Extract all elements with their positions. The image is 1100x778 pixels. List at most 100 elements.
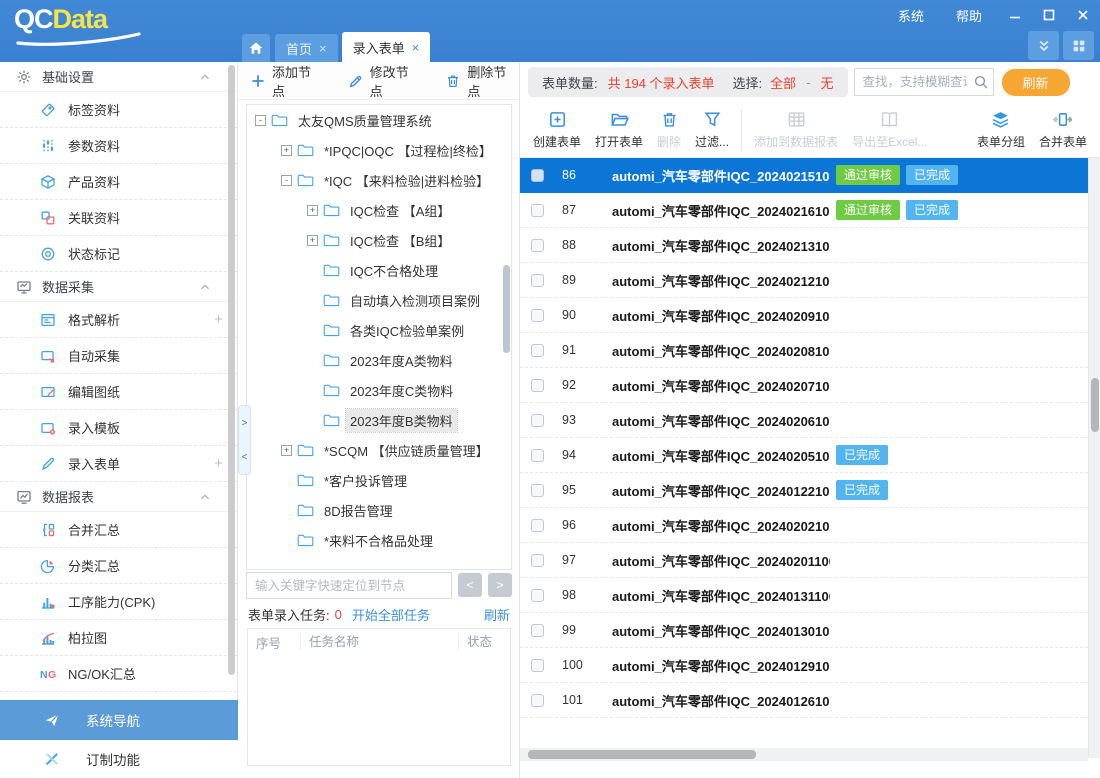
tasks-refresh-link[interactable]: 刷新 <box>484 605 510 624</box>
expander-icon[interactable]: + <box>307 205 318 216</box>
tree-node[interactable]: *客户投诉管理 <box>247 465 511 495</box>
tree-node[interactable]: 2023年度C类物料 <box>247 375 511 405</box>
add-node-button[interactable]: 添加节点 <box>250 62 324 100</box>
expander-icon[interactable]: - <box>255 115 266 126</box>
row-checkbox[interactable] <box>531 449 544 462</box>
collapse-all-button[interactable] <box>1028 31 1059 60</box>
sidebar-item-关联资料[interactable]: 关联资料 <box>0 200 237 236</box>
tree-node[interactable]: 2023年度B类物料 <box>247 405 511 435</box>
add-to-report-button[interactable]: 添加到数据报表 <box>747 110 845 150</box>
find-prev-button[interactable]: < <box>458 573 482 597</box>
tree-node[interactable]: IQC不合格处理 <box>247 255 511 285</box>
sidebar-item-合并汇总[interactable]: 合并汇总 <box>0 512 237 548</box>
table-row[interactable]: 91automi_汽车零部件IQC_20240208100104 <box>520 333 1088 368</box>
tree-node[interactable]: +*SCQM 【供应链质量管理】 <box>247 435 511 465</box>
add-icon[interactable]: + <box>214 455 223 472</box>
sidebar-item-自动采集[interactable]: 自动采集 <box>0 338 237 374</box>
sidebar-item-参数资料[interactable]: 参数资料 <box>0 128 237 164</box>
table-row[interactable]: 101automi_汽车零部件IQC_20240126100238 <box>520 683 1088 718</box>
sidebar-item-录入表单[interactable]: 录入表单+ <box>0 446 237 482</box>
table-row[interactable]: 89automi_汽车零部件IQC_20240212100108 <box>520 263 1088 298</box>
tree-scrollbar[interactable] <box>503 265 510 353</box>
row-checkbox[interactable] <box>531 344 544 357</box>
maximize-button[interactable] <box>1032 5 1066 25</box>
table-row[interactable]: 99automi_汽车零部件IQC_20240130100101 <box>520 613 1088 648</box>
table-row[interactable]: 95automi_汽车零部件IQC_20240122100234已完成 <box>520 473 1088 508</box>
expander-icon[interactable]: - <box>281 175 292 186</box>
apps-grid-button[interactable] <box>1063 31 1094 60</box>
select-all-link[interactable]: 全部 <box>770 73 796 92</box>
sidebar-item-system-navigation[interactable]: 系统导航 <box>0 700 238 740</box>
sidebar-item-编辑图纸[interactable]: 编辑图纸 <box>0 374 237 410</box>
delete-node-button[interactable]: 删除节点 <box>445 62 519 100</box>
tab-home-close-icon[interactable]: × <box>319 41 327 56</box>
tree-node[interactable]: 自动填入检测项目案例 <box>247 285 511 315</box>
table-row[interactable]: 100automi_汽车零部件IQC_20240129100101 <box>520 648 1088 683</box>
table-row[interactable]: 88automi_汽车零部件IQC_20240213100108 <box>520 228 1088 263</box>
sidebar-item-格式解析[interactable]: 格式解析+ <box>0 302 237 338</box>
merge-forms-button[interactable]: 合并表单 <box>1032 110 1094 150</box>
tree-node[interactable]: 2023年度A类物料 <box>247 345 511 375</box>
find-next-button[interactable]: > <box>488 573 512 597</box>
start-all-tasks-link[interactable]: 开始全部任务 <box>352 605 430 624</box>
panel-splitter[interactable]: >< <box>238 405 251 475</box>
row-checkbox[interactable] <box>531 589 544 602</box>
tab-entry-forms-close-icon[interactable]: × <box>412 40 420 55</box>
sidebar-item-状态标记[interactable]: 状态标记 <box>0 236 237 272</box>
row-checkbox[interactable] <box>531 659 544 672</box>
tree-node[interactable]: 各类IQC检验单案例 <box>247 315 511 345</box>
table-row[interactable]: 94automi_汽车零部件IQC_20240205100104已完成 <box>520 438 1088 473</box>
table-row[interactable]: 96automi_汽车零部件IQC_20240202100104 <box>520 508 1088 543</box>
sidebar-scrollbar[interactable] <box>228 65 235 675</box>
tab-home[interactable]: 首页 × <box>275 34 338 62</box>
close-button[interactable] <box>1066 5 1100 25</box>
tree-node[interactable]: -太友QMS质量管理系统 <box>247 105 511 135</box>
table-row[interactable]: 98automi_汽车零部件IQC_20240131100101 <box>520 578 1088 613</box>
home-tab-button[interactable] <box>242 34 270 62</box>
row-checkbox[interactable] <box>531 169 544 182</box>
export-excel-button[interactable]: 导出至Excel... <box>845 110 934 150</box>
open-form-button[interactable]: 打开表单 <box>588 110 650 150</box>
sidebar-section-基础设置[interactable]: 基础设置 <box>0 62 237 92</box>
tab-entry-forms[interactable]: 录入表单 × <box>342 32 431 62</box>
table-row[interactable]: 87automi_汽车零部件IQC_20240216100111通过审核已完成 <box>520 193 1088 228</box>
expander-icon[interactable]: + <box>281 145 292 156</box>
horizontal-scrollbar[interactable] <box>520 748 1088 761</box>
table-row[interactable]: 97automi_汽车零部件IQC_20240201100101 <box>520 543 1088 578</box>
row-checkbox[interactable] <box>531 379 544 392</box>
tree-node[interactable]: *来料不合格品处理 <box>247 525 511 555</box>
expander-icon[interactable]: + <box>281 445 292 456</box>
create-form-button[interactable]: 创建表单 <box>526 110 588 150</box>
sidebar-section-数据采集[interactable]: 数据采集 <box>0 272 237 302</box>
sidebar-item-custom-functions[interactable]: 订制功能 <box>0 740 238 778</box>
sidebar-item-工序能力(CPK)[interactable]: 工序能力(CPK) <box>0 584 237 620</box>
horizontal-scrollbar-thumb[interactable] <box>528 750 756 759</box>
row-checkbox[interactable] <box>531 204 544 217</box>
vertical-scrollbar-thumb[interactable] <box>1091 378 1099 432</box>
row-checkbox[interactable] <box>531 484 544 497</box>
search-icon[interactable] <box>973 74 989 90</box>
menu-system[interactable]: 系统 <box>882 4 940 27</box>
row-checkbox[interactable] <box>531 239 544 252</box>
delete-form-button[interactable]: 删除 <box>650 110 688 150</box>
form-group-button[interactable]: 表单分组 <box>970 110 1032 150</box>
tree-node[interactable]: -*IQC 【来料检验|进料检验】 <box>247 165 511 195</box>
row-checkbox[interactable] <box>531 414 544 427</box>
table-row[interactable]: 90automi_汽车零部件IQC_20240209100108 <box>520 298 1088 333</box>
tree-node[interactable]: 8D报告管理 <box>247 495 511 525</box>
expander-icon[interactable]: + <box>307 235 318 246</box>
row-checkbox[interactable] <box>531 274 544 287</box>
sidebar-item-NG/OK汇总[interactable]: NGNG/OK汇总 <box>0 656 237 692</box>
refresh-button[interactable]: 刷新 <box>1002 69 1070 96</box>
select-none-link[interactable]: 无 <box>821 73 834 92</box>
table-row[interactable]: 86automi_汽车零部件IQC_20240215100108通过审核已完成 <box>520 158 1088 193</box>
minimize-button[interactable] <box>998 5 1032 25</box>
tree-search-input[interactable] <box>246 572 452 599</box>
row-checkbox[interactable] <box>531 624 544 637</box>
row-checkbox[interactable] <box>531 309 544 322</box>
sidebar-item-柏拉图[interactable]: 柏拉图 <box>0 620 237 656</box>
sidebar-item-产品资料[interactable]: 产品资料 <box>0 164 237 200</box>
tree-node[interactable]: +*IPQC|OQC 【过程检|终检】 <box>247 135 511 165</box>
row-checkbox[interactable] <box>531 554 544 567</box>
edit-node-button[interactable]: 修改节点 <box>348 62 422 100</box>
